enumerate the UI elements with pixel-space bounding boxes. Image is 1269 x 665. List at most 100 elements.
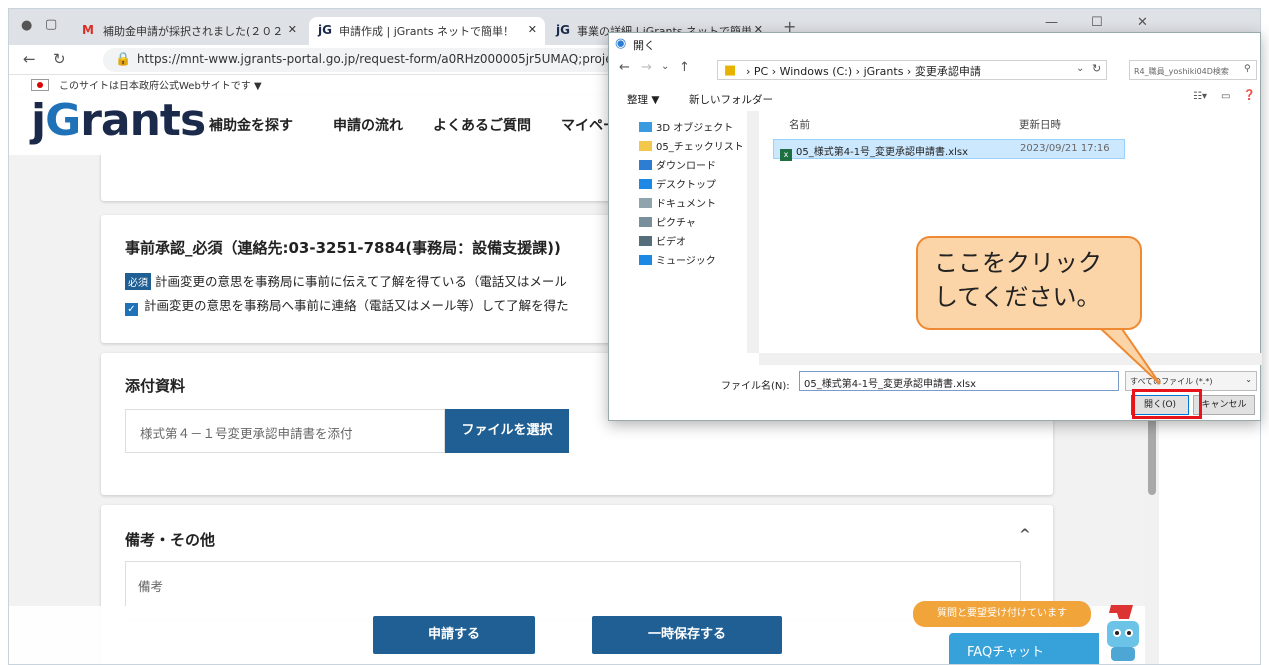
tab-overview-icon[interactable]: ▢: [45, 17, 57, 32]
nav-find-subsidy[interactable]: 補助金を探す: [209, 115, 293, 135]
document-icon: [639, 198, 652, 208]
close-tab-icon[interactable]: ✕: [288, 23, 297, 36]
attachment-file-field[interactable]: 様式第４－１号変更承認申請書を添付: [125, 409, 445, 453]
back-icon[interactable]: ←: [23, 50, 36, 68]
tab-application-form[interactable]: jG 申請作成 | jGrants ネットで簡単！ ✕: [309, 17, 545, 45]
view-options-icon[interactable]: ☷▾: [1193, 91, 1207, 102]
gov-notice[interactable]: このサイトは日本政府公式Webサイトです ▼: [9, 75, 649, 95]
tree-item-videos[interactable]: ビデオ: [639, 233, 686, 248]
chevron-down-icon[interactable]: ⌄: [1076, 63, 1084, 74]
tab-title: 補助金申請が採択されました(２０２: [103, 25, 284, 38]
requirement-text: 計画変更の意思を事務局に事前に伝えて了解を得ている（電話又はメール: [155, 274, 567, 289]
file-row-selected[interactable]: x 05_様式第4-1号_変更承認申請書.xlsx 2023/09/21 17:1…: [773, 139, 1125, 161]
close-tab-icon[interactable]: ✕: [528, 23, 537, 36]
gmail-icon: M: [82, 23, 94, 37]
search-placeholder: R4_職員_yoshiki04D検索: [1134, 67, 1229, 76]
japan-flag-icon: [31, 79, 49, 91]
profile-icon[interactable]: ●: [21, 18, 32, 33]
scrollbar-thumb[interactable]: [1148, 417, 1156, 495]
maximize-icon[interactable]: ☐: [1091, 15, 1103, 30]
faq-mascot-icon[interactable]: [1093, 601, 1153, 665]
dialog-nav: ← → ⌄ ↑ ■ › PC › Windows (C:) › jGrants …: [609, 57, 1262, 85]
download-icon: [639, 160, 652, 170]
requirement-line: 必須 計画変更の意思を事務局に事前に伝えて了解を得ている（電話又はメール: [125, 271, 567, 290]
tree-item-pictures[interactable]: ピクチャ: [639, 214, 696, 229]
organize-menu[interactable]: 整理 ▼: [627, 92, 659, 107]
logo-part: G: [45, 95, 81, 146]
required-badge: 必須: [125, 273, 151, 290]
chevron-down-icon: ⌄: [1245, 375, 1252, 384]
tree-item-3d-objects[interactable]: 3D オブジェクト: [639, 119, 733, 134]
filetype-select[interactable]: すべてのファイル (*.*) ⌄: [1125, 371, 1257, 391]
url-text: https://mnt-www.jgrants-portal.go.jp/req…: [137, 52, 613, 66]
dialog-title-bar: ◉ 開く: [609, 33, 1262, 55]
collapse-icon[interactable]: ^: [1019, 527, 1031, 543]
tree-label: ミュージック: [656, 256, 716, 267]
column-date-header[interactable]: 更新日時: [1019, 117, 1061, 132]
jgrants-logo[interactable]: jGrants: [31, 95, 206, 147]
edge-icon: ◉: [615, 36, 627, 51]
tab-title: 申請作成 | jGrants ネットで簡単！: [339, 25, 515, 38]
folder-tree: 3D オブジェクト 05_チェックリスト ダウンロード デスクトップ ドキュメン…: [609, 111, 759, 353]
tab-gmail[interactable]: M 補助金申請が採択されました(２０２ ✕: [73, 17, 305, 45]
minimize-icon[interactable]: —: [1045, 15, 1058, 30]
tree-label: ダウンロード: [656, 161, 716, 172]
horizontal-scrollbar[interactable]: [759, 353, 1262, 365]
close-window-icon[interactable]: ✕: [1137, 15, 1148, 30]
filename-input[interactable]: 05_様式第4-1号_変更承認申請書.xlsx: [799, 371, 1119, 391]
path-breadcrumb[interactable]: ■ › PC › Windows (C:) › jGrants › 変更承認申請…: [717, 60, 1107, 80]
forward-icon[interactable]: →: [641, 60, 652, 75]
jgrants-favicon: jG: [556, 23, 570, 37]
file-date: 2023/09/21 17:16: [1020, 143, 1110, 154]
path-text: › PC › Windows (C:) › jGrants › 変更承認申請: [746, 65, 981, 78]
tree-label: ビデオ: [656, 237, 686, 248]
column-name-header[interactable]: 名前: [789, 117, 810, 132]
folder-icon: ■: [724, 63, 737, 78]
cancel-button[interactable]: キャンセル: [1193, 395, 1255, 415]
excel-file-icon: x: [780, 149, 792, 161]
picture-icon: [639, 217, 652, 227]
lock-icon: 🔒: [115, 52, 132, 67]
instruction-callout: ここをクリック してください。: [916, 236, 1142, 330]
tree-item-desktop[interactable]: デスクトップ: [639, 176, 716, 191]
callout-line-2: してください。: [934, 283, 1101, 311]
url-field[interactable]: 🔒 https://mnt-www.jgrants-portal.go.jp/r…: [103, 48, 663, 72]
nav-application-flow[interactable]: 申請の流れ: [333, 115, 403, 135]
back-icon[interactable]: ←: [619, 60, 630, 75]
video-icon: [639, 236, 652, 246]
tree-label: デスクトップ: [656, 180, 716, 191]
tree-label: 3D オブジェクト: [656, 123, 734, 134]
tree-item-checklist[interactable]: 05_チェックリスト: [639, 138, 744, 153]
tree-label: ドキュメント: [656, 199, 716, 210]
attachment-title: 添付資料: [125, 377, 186, 395]
checkbox-label: 計画変更の意思を事務局へ事前に連絡（電話又はメール等）して了解を得た: [144, 298, 569, 313]
tree-item-documents[interactable]: ドキュメント: [639, 195, 716, 210]
jgrants-favicon: jG: [318, 23, 332, 37]
logo-part: rants: [80, 95, 206, 146]
choose-file-button[interactable]: ファイルを選択: [445, 409, 569, 453]
approval-title: 事前承認_必須（連絡先:03-3251-7884(事務局：設備支援課)): [125, 239, 561, 257]
dialog-toolbar: 整理 ▼ 新しいフォルダー ☷▾ ▭ ❓: [609, 87, 1262, 111]
filename-label: ファイル名(N):: [721, 381, 790, 392]
temporary-save-button[interactable]: 一時保存する: [592, 616, 782, 654]
up-icon[interactable]: ↑: [679, 60, 690, 75]
chevron-down-icon[interactable]: ⌄: [661, 61, 669, 72]
submit-button[interactable]: 申請する: [373, 616, 535, 654]
nav-faq[interactable]: よくあるご質問: [433, 115, 531, 135]
preview-pane-icon[interactable]: ▭: [1221, 91, 1230, 102]
new-folder-button[interactable]: 新しいフォルダー: [689, 92, 773, 107]
faq-chat-button[interactable]: FAQチャット: [949, 633, 1099, 664]
tree-label: 05_チェックリスト: [656, 142, 744, 153]
tree-item-music[interactable]: ミュージック: [639, 252, 716, 267]
checkbox-checked-icon[interactable]: ✓: [125, 303, 138, 316]
tree-item-downloads[interactable]: ダウンロード: [639, 157, 716, 172]
tree-scrollbar[interactable]: [747, 111, 759, 353]
help-icon[interactable]: ❓: [1243, 90, 1255, 101]
reload-icon[interactable]: ↻: [53, 50, 66, 68]
faq-bubble[interactable]: 質問と要望受け付けています: [913, 601, 1091, 627]
highlight-box: [1132, 389, 1202, 419]
dialog-search-field[interactable]: R4_職員_yoshiki04D検索 ⚲: [1129, 60, 1257, 80]
refresh-icon[interactable]: ↻: [1092, 62, 1101, 75]
3d-objects-icon: [639, 122, 652, 132]
approval-checkbox[interactable]: ✓ 計画変更の意思を事務局へ事前に連絡（電話又はメール等）して了解を得た: [125, 295, 569, 316]
